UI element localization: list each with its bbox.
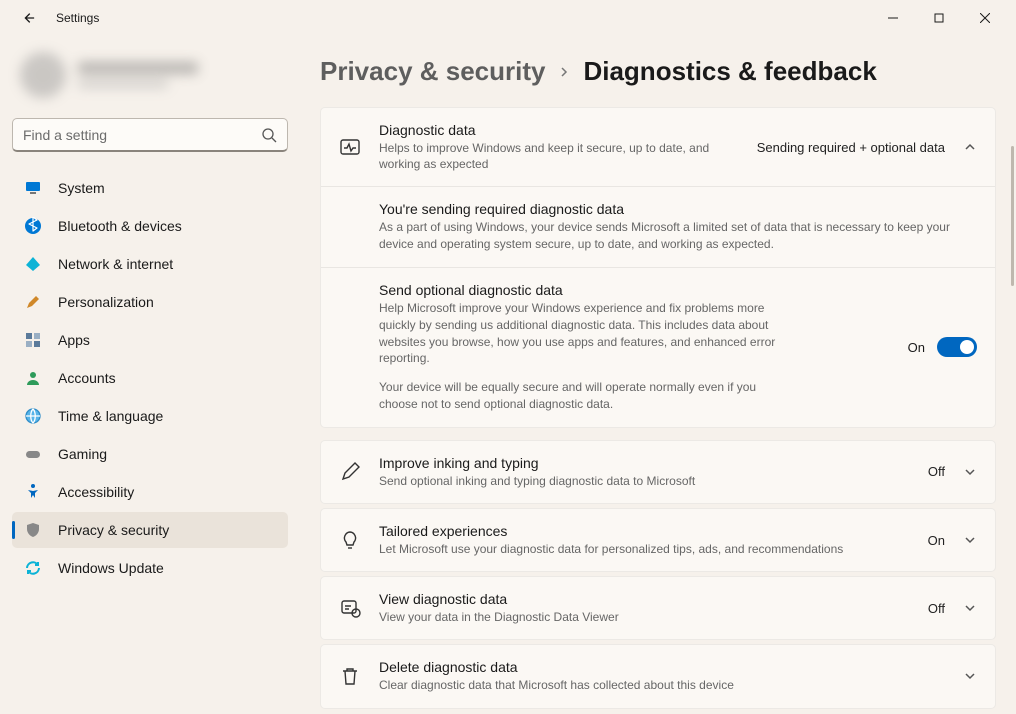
sidebar-item-label: Personalization <box>58 294 154 310</box>
card-subtitle: Helps to improve Windows and keep it sec… <box>379 140 719 172</box>
card-title: Improve inking and typing <box>379 455 910 471</box>
main-content: Privacy & security Diagnostics & feedbac… <box>300 36 1016 714</box>
optional-data-row: Send optional diagnostic data Help Micro… <box>321 267 995 427</box>
breadcrumb-parent[interactable]: Privacy & security <box>320 56 545 87</box>
sidebar: System Bluetooth & devices Network & int… <box>0 36 300 714</box>
bluetooth-icon <box>24 217 42 235</box>
app-title: Settings <box>56 11 99 25</box>
account-header[interactable] <box>12 36 288 106</box>
row-title: You're sending required diagnostic data <box>379 201 977 217</box>
lightbulb-icon <box>339 529 361 551</box>
status-text: On <box>928 533 945 548</box>
toggle-label: On <box>908 340 925 355</box>
sidebar-item-update[interactable]: Windows Update <box>12 550 288 586</box>
sidebar-item-label: Accounts <box>58 370 116 386</box>
wifi-icon <box>24 255 42 273</box>
breadcrumb: Privacy & security Diagnostics & feedbac… <box>320 56 1000 87</box>
gamepad-icon <box>24 445 42 463</box>
chevron-up-icon <box>963 140 977 154</box>
optional-data-toggle[interactable] <box>937 337 977 357</box>
card-title: View diagnostic data <box>379 591 910 607</box>
status-text: Off <box>928 601 945 616</box>
toggle-wrap: On <box>908 337 977 357</box>
sidebar-item-label: System <box>58 180 105 196</box>
chevron-down-icon <box>963 533 977 547</box>
required-data-row: You're sending required diagnostic data … <box>321 186 995 267</box>
page-title: Diagnostics & feedback <box>583 56 876 87</box>
maximize-button[interactable] <box>916 0 962 36</box>
card-subtitle: Let Microsoft use your diagnostic data f… <box>379 541 910 557</box>
diagnostic-data-header[interactable]: Diagnostic data Helps to improve Windows… <box>321 108 995 186</box>
sidebar-item-system[interactable]: System <box>12 170 288 206</box>
diagnostic-data-group: Diagnostic data Helps to improve Windows… <box>320 107 996 428</box>
card-subtitle: View your data in the Diagnostic Data Vi… <box>379 609 910 625</box>
sidebar-item-label: Accessibility <box>58 484 134 500</box>
brush-icon <box>24 293 42 311</box>
card-title: Tailored experiences <box>379 523 910 539</box>
close-button[interactable] <box>962 0 1008 36</box>
card-subtitle: Send optional inking and typing diagnost… <box>379 473 910 489</box>
update-icon <box>24 559 42 577</box>
sidebar-item-label: Gaming <box>58 446 107 462</box>
scrollbar-thumb[interactable] <box>1011 146 1014 286</box>
chevron-down-icon <box>963 669 977 683</box>
heartbeat-icon <box>339 136 361 158</box>
nav-list: System Bluetooth & devices Network & int… <box>12 170 288 586</box>
sidebar-item-label: Bluetooth & devices <box>58 218 182 234</box>
shield-icon <box>24 521 42 539</box>
back-button[interactable] <box>8 0 48 36</box>
sidebar-item-privacy[interactable]: Privacy & security <box>12 512 288 548</box>
title-bar: Settings <box>0 0 1016 36</box>
apps-icon <box>24 331 42 349</box>
delete-diagnostic-card[interactable]: Delete diagnostic data Clear diagnostic … <box>320 644 996 708</box>
status-text: Off <box>928 464 945 479</box>
card-title: Delete diagnostic data <box>379 659 945 675</box>
tailored-experiences-card[interactable]: Tailored experiences Let Microsoft use y… <box>320 508 996 572</box>
status-text: Sending required + optional data <box>757 140 945 155</box>
pen-icon <box>339 461 361 483</box>
sidebar-item-label: Time & language <box>58 408 163 424</box>
sidebar-item-accounts[interactable]: Accounts <box>12 360 288 396</box>
row-title: Send optional diagnostic data <box>379 282 779 298</box>
sidebar-item-bluetooth[interactable]: Bluetooth & devices <box>12 208 288 244</box>
chevron-right-icon <box>557 65 571 79</box>
sidebar-item-label: Privacy & security <box>58 522 169 538</box>
search-icon <box>261 127 277 143</box>
avatar <box>20 52 66 98</box>
minimize-button[interactable] <box>870 0 916 36</box>
row-subtitle-extra: Your device will be equally secure and w… <box>379 379 779 413</box>
card-title: Diagnostic data <box>379 122 739 138</box>
sidebar-item-network[interactable]: Network & internet <box>12 246 288 282</box>
window-controls <box>870 0 1008 36</box>
sidebar-item-label: Windows Update <box>58 560 164 576</box>
trash-icon <box>339 665 361 687</box>
chevron-down-icon <box>963 465 977 479</box>
view-diagnostic-card[interactable]: View diagnostic data View your data in t… <box>320 576 996 640</box>
sidebar-item-apps[interactable]: Apps <box>12 322 288 358</box>
data-viewer-icon <box>339 597 361 619</box>
sidebar-item-accessibility[interactable]: Accessibility <box>12 474 288 510</box>
row-subtitle: As a part of using Windows, your device … <box>379 219 977 253</box>
sidebar-item-label: Apps <box>58 332 90 348</box>
sidebar-item-personalization[interactable]: Personalization <box>12 284 288 320</box>
globe-icon <box>24 407 42 425</box>
row-subtitle: Help Microsoft improve your Windows expe… <box>379 300 779 367</box>
accessibility-icon <box>24 483 42 501</box>
inking-typing-card[interactable]: Improve inking and typing Send optional … <box>320 440 996 504</box>
system-icon <box>24 179 42 197</box>
search-box[interactable] <box>12 118 288 152</box>
person-icon <box>24 369 42 387</box>
sidebar-item-label: Network & internet <box>58 256 173 272</box>
chevron-down-icon <box>963 601 977 615</box>
search-input[interactable] <box>23 127 261 143</box>
sidebar-item-time[interactable]: Time & language <box>12 398 288 434</box>
sidebar-item-gaming[interactable]: Gaming <box>12 436 288 472</box>
card-subtitle: Clear diagnostic data that Microsoft has… <box>379 677 945 693</box>
